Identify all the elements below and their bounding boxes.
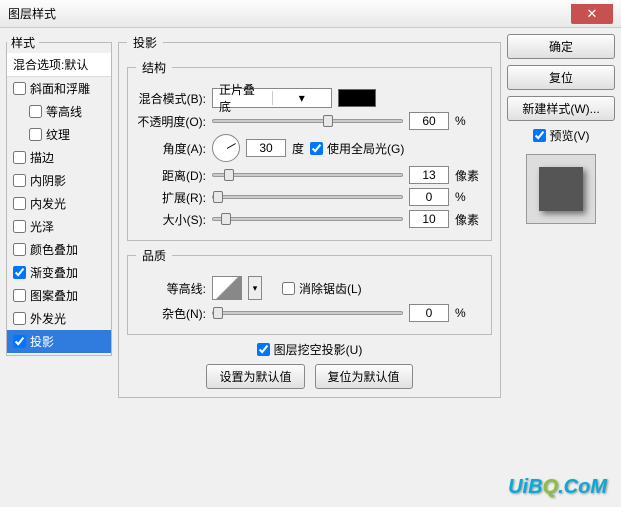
style-item-inner-shadow[interactable]: 内阴影	[7, 169, 111, 192]
style-check[interactable]	[13, 174, 26, 187]
style-item-stroke[interactable]: 描边	[7, 146, 111, 169]
preview-box	[526, 154, 596, 224]
distance-input[interactable]	[409, 166, 449, 184]
blend-mode-combo[interactable]: 正片叠底▾	[212, 88, 332, 108]
style-check[interactable]	[29, 105, 42, 118]
distance-slider[interactable]	[212, 173, 403, 177]
style-item-drop-shadow[interactable]: 投影	[7, 330, 111, 353]
blend-options-header[interactable]: 混合选项:默认	[7, 53, 111, 77]
noise-slider[interactable]	[212, 311, 403, 315]
size-unit: 像素	[455, 211, 483, 228]
style-item-outer-glow[interactable]: 外发光	[7, 307, 111, 330]
main-area: 样式 混合选项:默认 斜面和浮雕 等高线 纹理 描边 内阴影 内发光 光泽 颜色…	[0, 28, 621, 507]
preview-check[interactable]: 预览(V)	[533, 127, 590, 144]
contour-preview[interactable]	[212, 276, 242, 300]
shadow-color-swatch[interactable]	[338, 89, 376, 107]
style-check[interactable]	[13, 220, 26, 233]
size-label: 大小(S):	[136, 211, 206, 228]
cancel-button[interactable]: 复位	[507, 65, 615, 90]
style-check[interactable]	[13, 289, 26, 302]
structure-legend: 结构	[136, 59, 172, 76]
style-item-contour[interactable]: 等高线	[7, 100, 111, 123]
noise-unit: %	[455, 306, 483, 320]
styles-list: 混合选项:默认 斜面和浮雕 等高线 纹理 描边 内阴影 内发光 光泽 颜色叠加 …	[7, 53, 111, 353]
antialias-check[interactable]: 消除锯齿(L)	[282, 280, 362, 297]
spread-input[interactable]	[409, 188, 449, 206]
reset-default-button[interactable]: 复位为默认值	[315, 364, 413, 389]
spread-slider[interactable]	[212, 195, 403, 199]
opacity-slider[interactable]	[212, 119, 403, 123]
style-check[interactable]	[29, 128, 42, 141]
opacity-input[interactable]	[409, 112, 449, 130]
make-default-button[interactable]: 设置为默认值	[206, 364, 304, 389]
styles-legend: 样式	[7, 34, 39, 51]
size-input[interactable]	[409, 210, 449, 228]
spread-unit: %	[455, 190, 483, 204]
close-button[interactable]: ✕	[571, 4, 613, 24]
style-check[interactable]	[13, 151, 26, 164]
style-item-bevel[interactable]: 斜面和浮雕	[7, 77, 111, 100]
style-check[interactable]	[13, 335, 26, 348]
global-light-check[interactable]: 使用全局光(G)	[310, 140, 404, 157]
style-item-texture[interactable]: 纹理	[7, 123, 111, 146]
style-item-satin[interactable]: 光泽	[7, 215, 111, 238]
quality-legend: 品质	[136, 247, 172, 264]
opacity-unit: %	[455, 114, 483, 128]
spread-label: 扩展(R):	[136, 189, 206, 206]
angle-unit: 度	[292, 140, 304, 157]
titlebar: 图层样式 ✕	[0, 0, 621, 28]
blend-mode-label: 混合模式(B):	[136, 90, 206, 107]
style-item-gradient-overlay[interactable]: 渐变叠加	[7, 261, 111, 284]
contour-dropdown[interactable]: ▾	[248, 276, 262, 300]
noise-label: 杂色(N):	[136, 305, 206, 322]
style-check[interactable]	[13, 82, 26, 95]
contour-label: 等高线:	[136, 280, 206, 297]
style-check[interactable]	[13, 312, 26, 325]
style-check[interactable]	[13, 243, 26, 256]
style-item-color-overlay[interactable]: 颜色叠加	[7, 238, 111, 261]
style-item-inner-glow[interactable]: 内发光	[7, 192, 111, 215]
right-panel: 确定 复位 新建样式(W)... 预览(V)	[507, 34, 615, 501]
style-check[interactable]	[13, 197, 26, 210]
structure-group: 结构 混合模式(B): 正片叠底▾ 不透明度(O): % 角度(A):	[127, 59, 492, 241]
distance-label: 距离(D):	[136, 167, 206, 184]
chevron-down-icon: ▾	[272, 91, 332, 105]
knockout-check[interactable]: 图层挖空投影(U)	[127, 341, 492, 358]
watermark: UiBQ.CoM	[508, 476, 607, 499]
window-title: 图层样式	[8, 5, 56, 22]
angle-label: 角度(A):	[136, 140, 206, 157]
preview-swatch	[539, 167, 583, 211]
angle-dial[interactable]	[212, 134, 240, 162]
styles-panel: 样式 混合选项:默认 斜面和浮雕 等高线 纹理 描边 内阴影 内发光 光泽 颜色…	[6, 34, 112, 501]
opacity-label: 不透明度(O):	[136, 113, 206, 130]
quality-group: 品质 等高线: ▾ 消除锯齿(L) 杂色(N): %	[127, 247, 492, 335]
ok-button[interactable]: 确定	[507, 34, 615, 59]
angle-input[interactable]	[246, 139, 286, 157]
settings-panel: 投影 结构 混合模式(B): 正片叠底▾ 不透明度(O): %	[118, 34, 501, 501]
distance-unit: 像素	[455, 167, 483, 184]
noise-input[interactable]	[409, 304, 449, 322]
style-check[interactable]	[13, 266, 26, 279]
style-item-pattern-overlay[interactable]: 图案叠加	[7, 284, 111, 307]
settings-legend: 投影	[127, 34, 163, 51]
new-style-button[interactable]: 新建样式(W)...	[507, 96, 615, 121]
size-slider[interactable]	[212, 217, 403, 221]
